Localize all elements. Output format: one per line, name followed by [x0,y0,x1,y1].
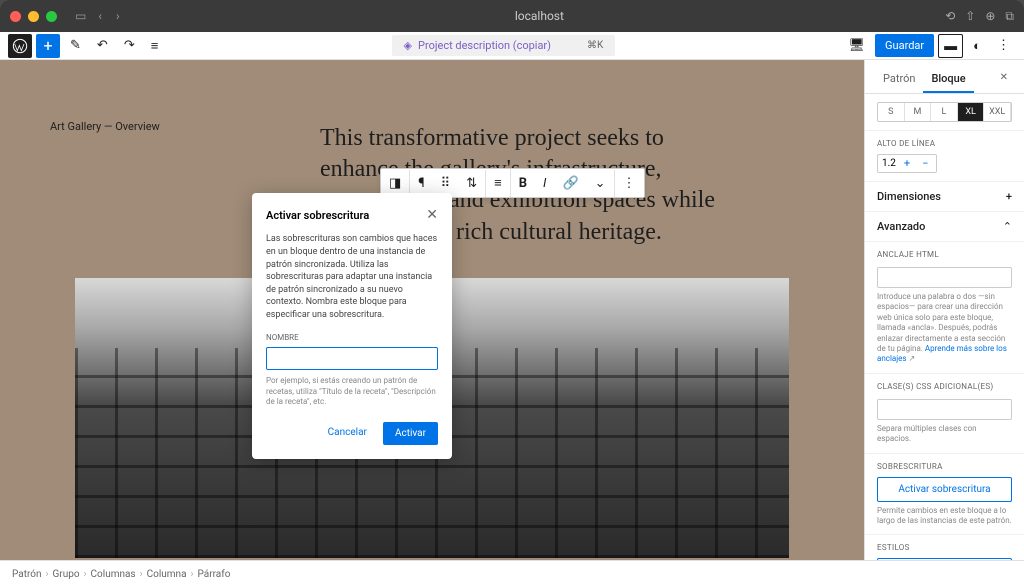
project-selector[interactable]: ◈ Project description (copiar) ⌘K [392,35,616,56]
size-m[interactable]: M [905,103,932,121]
tab-bloque[interactable]: Bloque [923,66,973,93]
avanzado-label[interactable]: Avanzado [877,220,925,233]
activate-override-button[interactable]: Activar sobrescritura [877,477,1012,502]
list-view-button[interactable]: ≡ [145,34,165,58]
wordpress-logo[interactable] [8,34,32,58]
browser-chrome: ▭ ‹ › localhost ⟲ ⇧ ⊕ ⧉ [0,0,1024,32]
sobrescritura-help: Permite cambios en este bloque a lo larg… [877,506,1012,527]
copy-icon[interactable]: ⊕ [985,9,995,24]
add-block-button[interactable]: + [36,34,60,58]
estilos-label: ESTILOS [877,543,1012,552]
line-height-value: 1.2 [882,158,896,169]
sobrescritura-label: SOBRESCRITURA [877,462,1012,471]
size-s[interactable]: S [878,103,905,121]
url-text[interactable]: localhost [515,9,564,23]
size-xxl[interactable]: XXL [984,103,1011,121]
sidebar-close-button[interactable]: ✕ [994,66,1014,93]
close-window-button[interactable] [10,11,21,22]
tabs-icon[interactable]: ⧉ [1005,9,1014,24]
font-size-pills: S M L XL XXL [877,102,1012,122]
redo-button[interactable]: ↷ [118,34,141,57]
undo-button[interactable]: ↶ [91,34,114,57]
bc-columna[interactable]: Columna [147,569,187,580]
sidebar-toggle-icon[interactable]: ▭ [69,7,92,25]
bc-grupo[interactable]: Grupo [53,569,80,580]
desktop-view-icon[interactable]: 🖥 [843,34,872,57]
minimize-window-button[interactable] [28,11,39,22]
size-xl[interactable]: XL [958,103,985,121]
bc-patron[interactable]: Patrón [12,569,41,580]
diamond-icon: ◈ [404,39,412,52]
block-breadcrumb: Patrón› Grupo› Columnas› Columna› Párraf… [0,560,1024,588]
activate-override-modal: Activar sobrescritura ✕ Las sobrescritur… [252,193,452,458]
line-height-control: 1.2 + − [877,154,937,173]
main-layout: Art Gallery — Overview This transformati… [0,60,1024,560]
modal-name-label: NOMBRE [266,333,438,342]
settings-panel-toggle[interactable]: ▬ [938,34,963,58]
settings-sidebar: Patrón Bloque ✕ S M L XL XXL ALTO DE LÍN… [864,60,1024,560]
styles-toggle-icon[interactable]: ◐ [967,34,987,58]
editor-canvas[interactable]: Art Gallery — Overview This transformati… [0,60,864,560]
chevron-up-icon[interactable]: ⌃ [1003,220,1012,233]
anclaje-label: ANCLAJE HTML [877,250,1012,259]
size-l[interactable]: L [931,103,958,121]
line-height-label: ALTO DE LÍNEA [877,139,1012,148]
override-name-input[interactable] [266,347,438,370]
plus-icon[interactable]: + [1006,190,1012,203]
clases-input[interactable] [877,399,1012,420]
kbd-shortcut: ⌘K [587,40,603,51]
editor-topbar: + ✎ ↶ ↷ ≡ ◈ Project description (copiar)… [0,32,1024,60]
modal-help-text: Por ejemplo, si estás creando un patrón … [266,376,438,407]
modal-description: Las sobrescrituras son cambios que haces… [266,233,438,321]
cancel-button[interactable]: Cancelar [320,422,375,445]
tab-patron[interactable]: Patrón [875,66,923,93]
line-height-increase[interactable]: + [900,157,914,170]
reader-icon[interactable]: ⟲ [945,9,955,24]
line-height-decrease[interactable]: − [918,157,932,170]
bc-columnas[interactable]: Columnas [91,569,136,580]
save-button[interactable]: Guardar [875,34,934,57]
clases-label: CLASE(S) CSS ADICIONAL(ES) [877,382,1012,391]
traffic-lights [10,11,57,22]
modal-title: Activar sobrescritura [266,209,369,222]
dimensiones-label[interactable]: Dimensiones [877,190,941,203]
project-label: Project description (copiar) [418,39,551,52]
modal-overlay: Activar sobrescritura ✕ Las sobrescritur… [0,120,704,532]
back-button[interactable]: ‹ [92,7,108,25]
modal-close-button[interactable]: ✕ [426,207,438,223]
maximize-window-button[interactable] [46,11,57,22]
forward-button[interactable]: › [110,7,126,25]
anclaje-input[interactable] [877,267,1012,288]
anclaje-help: Introduce una palabra o dos —sin espacio… [877,292,1012,365]
share-icon[interactable]: ⇧ [965,9,975,24]
activate-button[interactable]: Activar [383,422,438,445]
edit-tool-icon[interactable]: ✎ [64,34,87,57]
more-options-icon[interactable]: ⋮ [991,34,1016,57]
bc-parrafo[interactable]: Párrafo [198,569,231,580]
clases-help: Separa múltiples clases con espacios. [877,424,1012,445]
apply-globally-button[interactable]: Aplicar globalmente [877,558,1012,560]
